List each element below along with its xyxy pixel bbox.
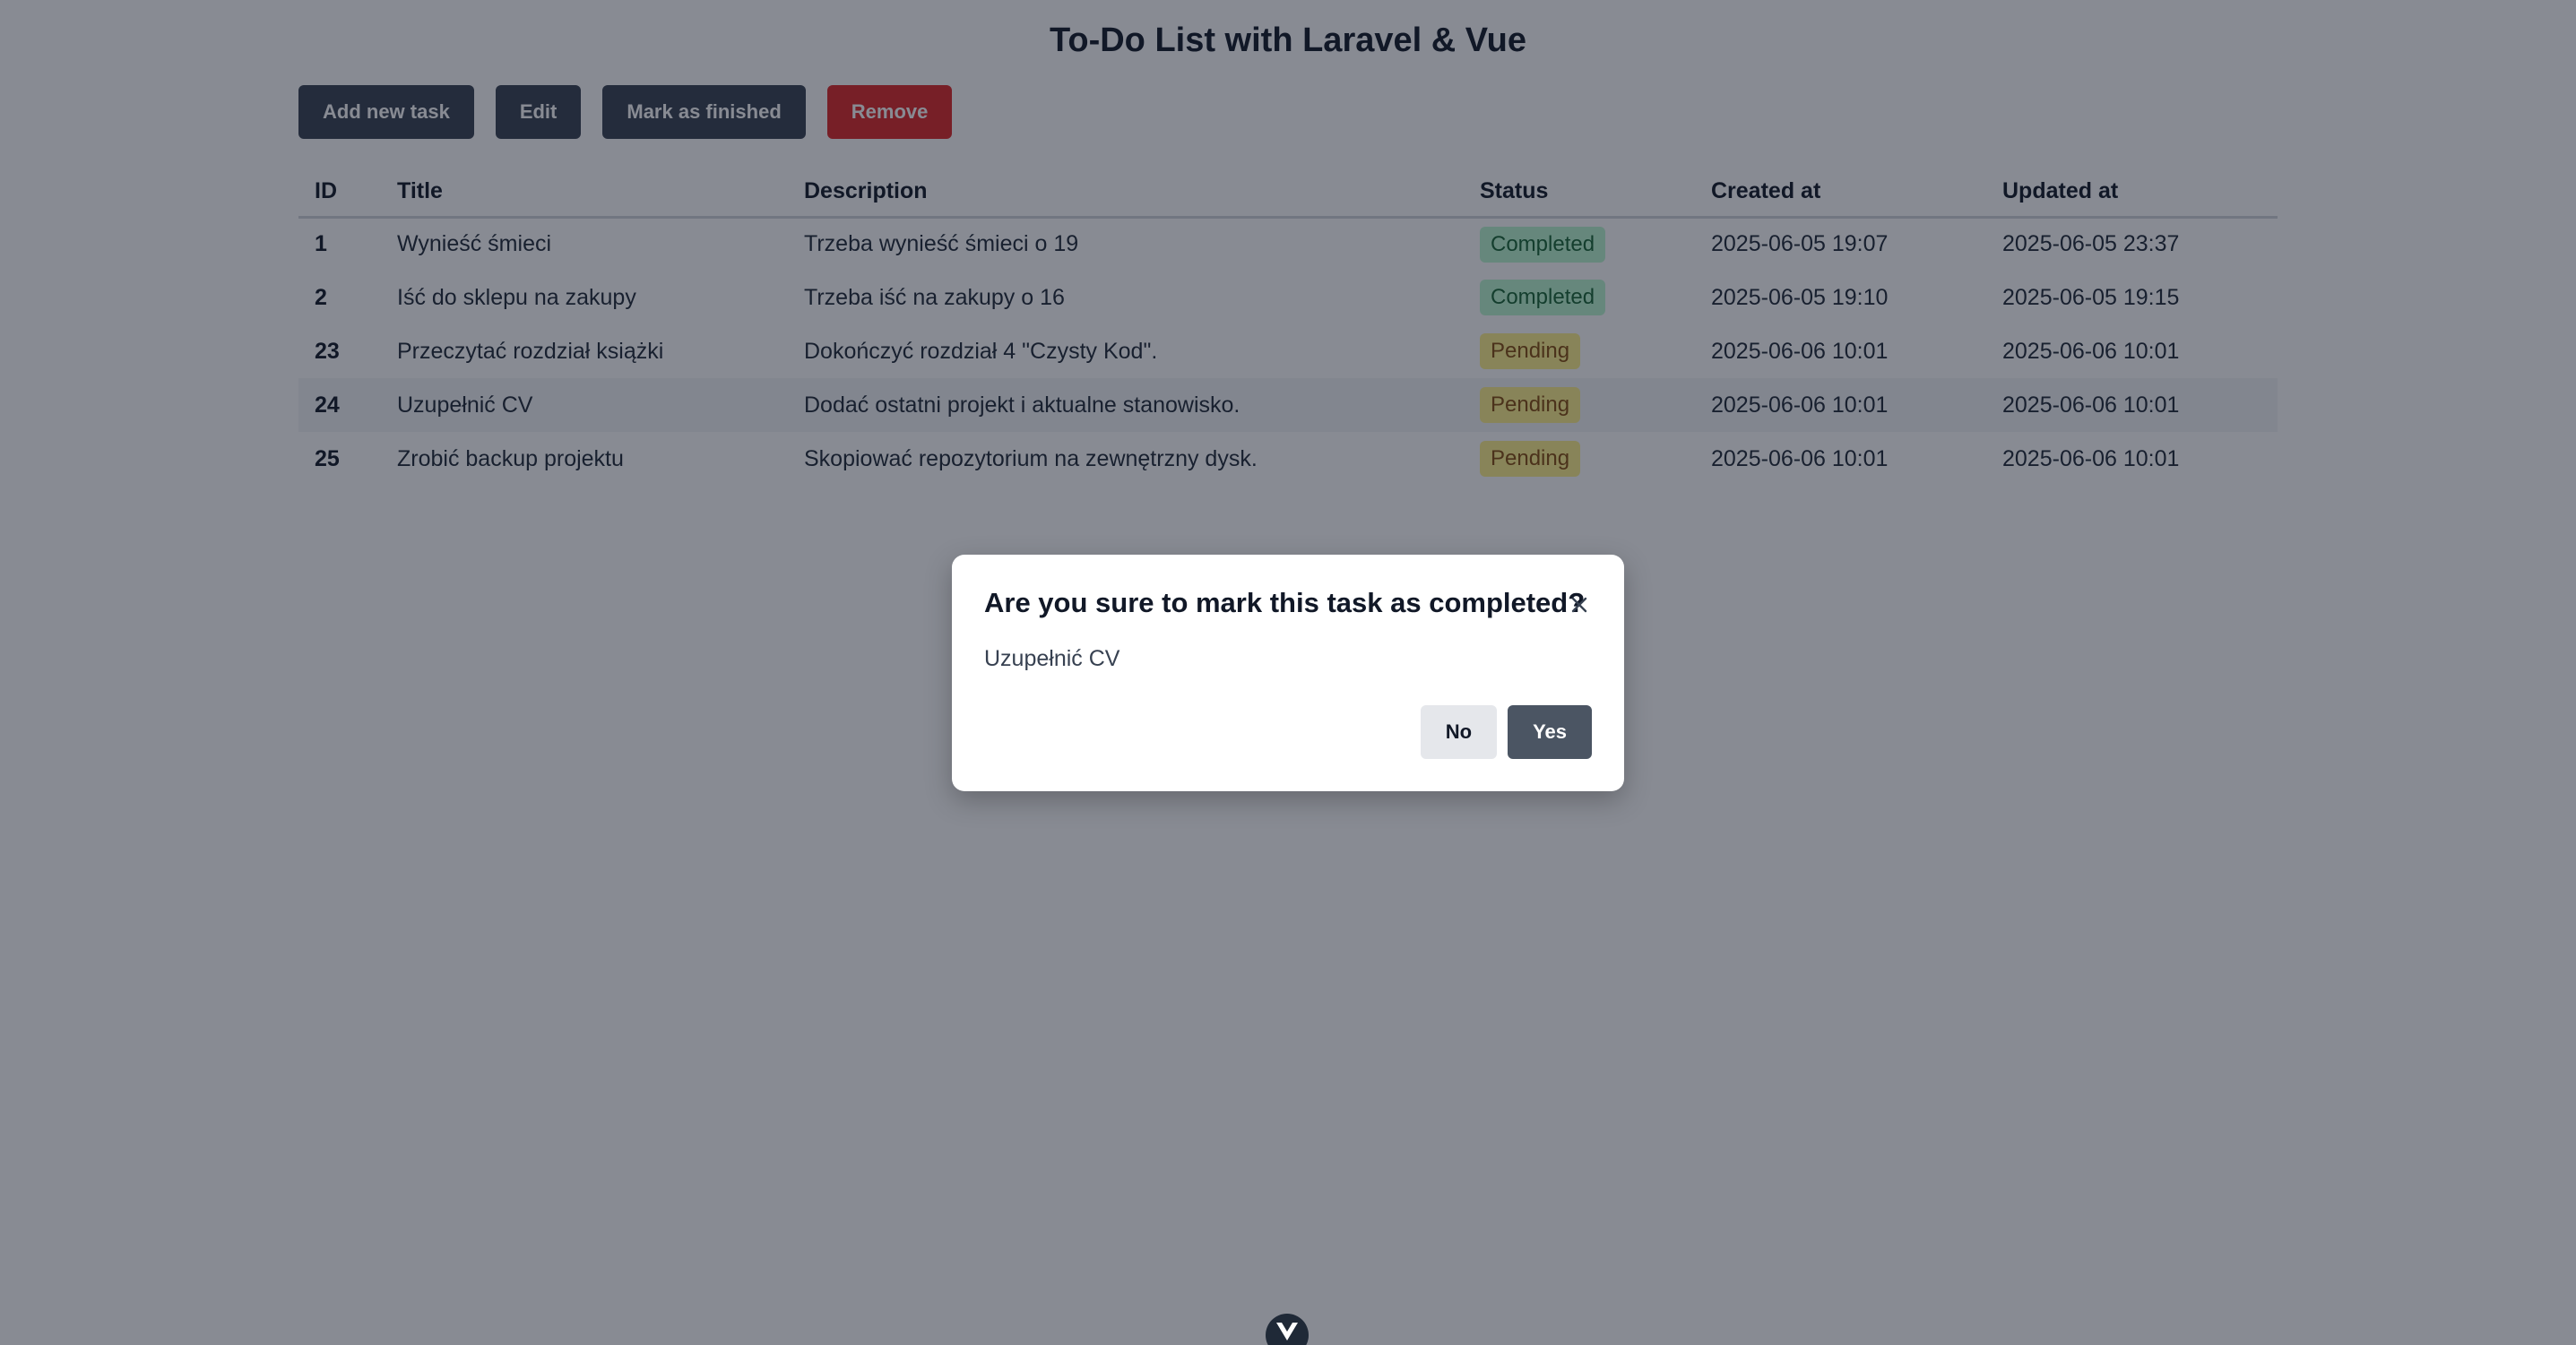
no-button[interactable]: No <box>1420 705 1498 759</box>
dialog-task-name: Uzupełnić CV <box>984 646 1120 671</box>
dialog-title: Are you sure to mark this task as comple… <box>984 587 1586 618</box>
dialog-actions: No Yes <box>1420 705 1592 759</box>
yes-button[interactable]: Yes <box>1508 705 1592 759</box>
confirm-dialog: Are you sure to mark this task as comple… <box>952 555 1624 791</box>
close-icon[interactable] <box>1567 592 1592 617</box>
